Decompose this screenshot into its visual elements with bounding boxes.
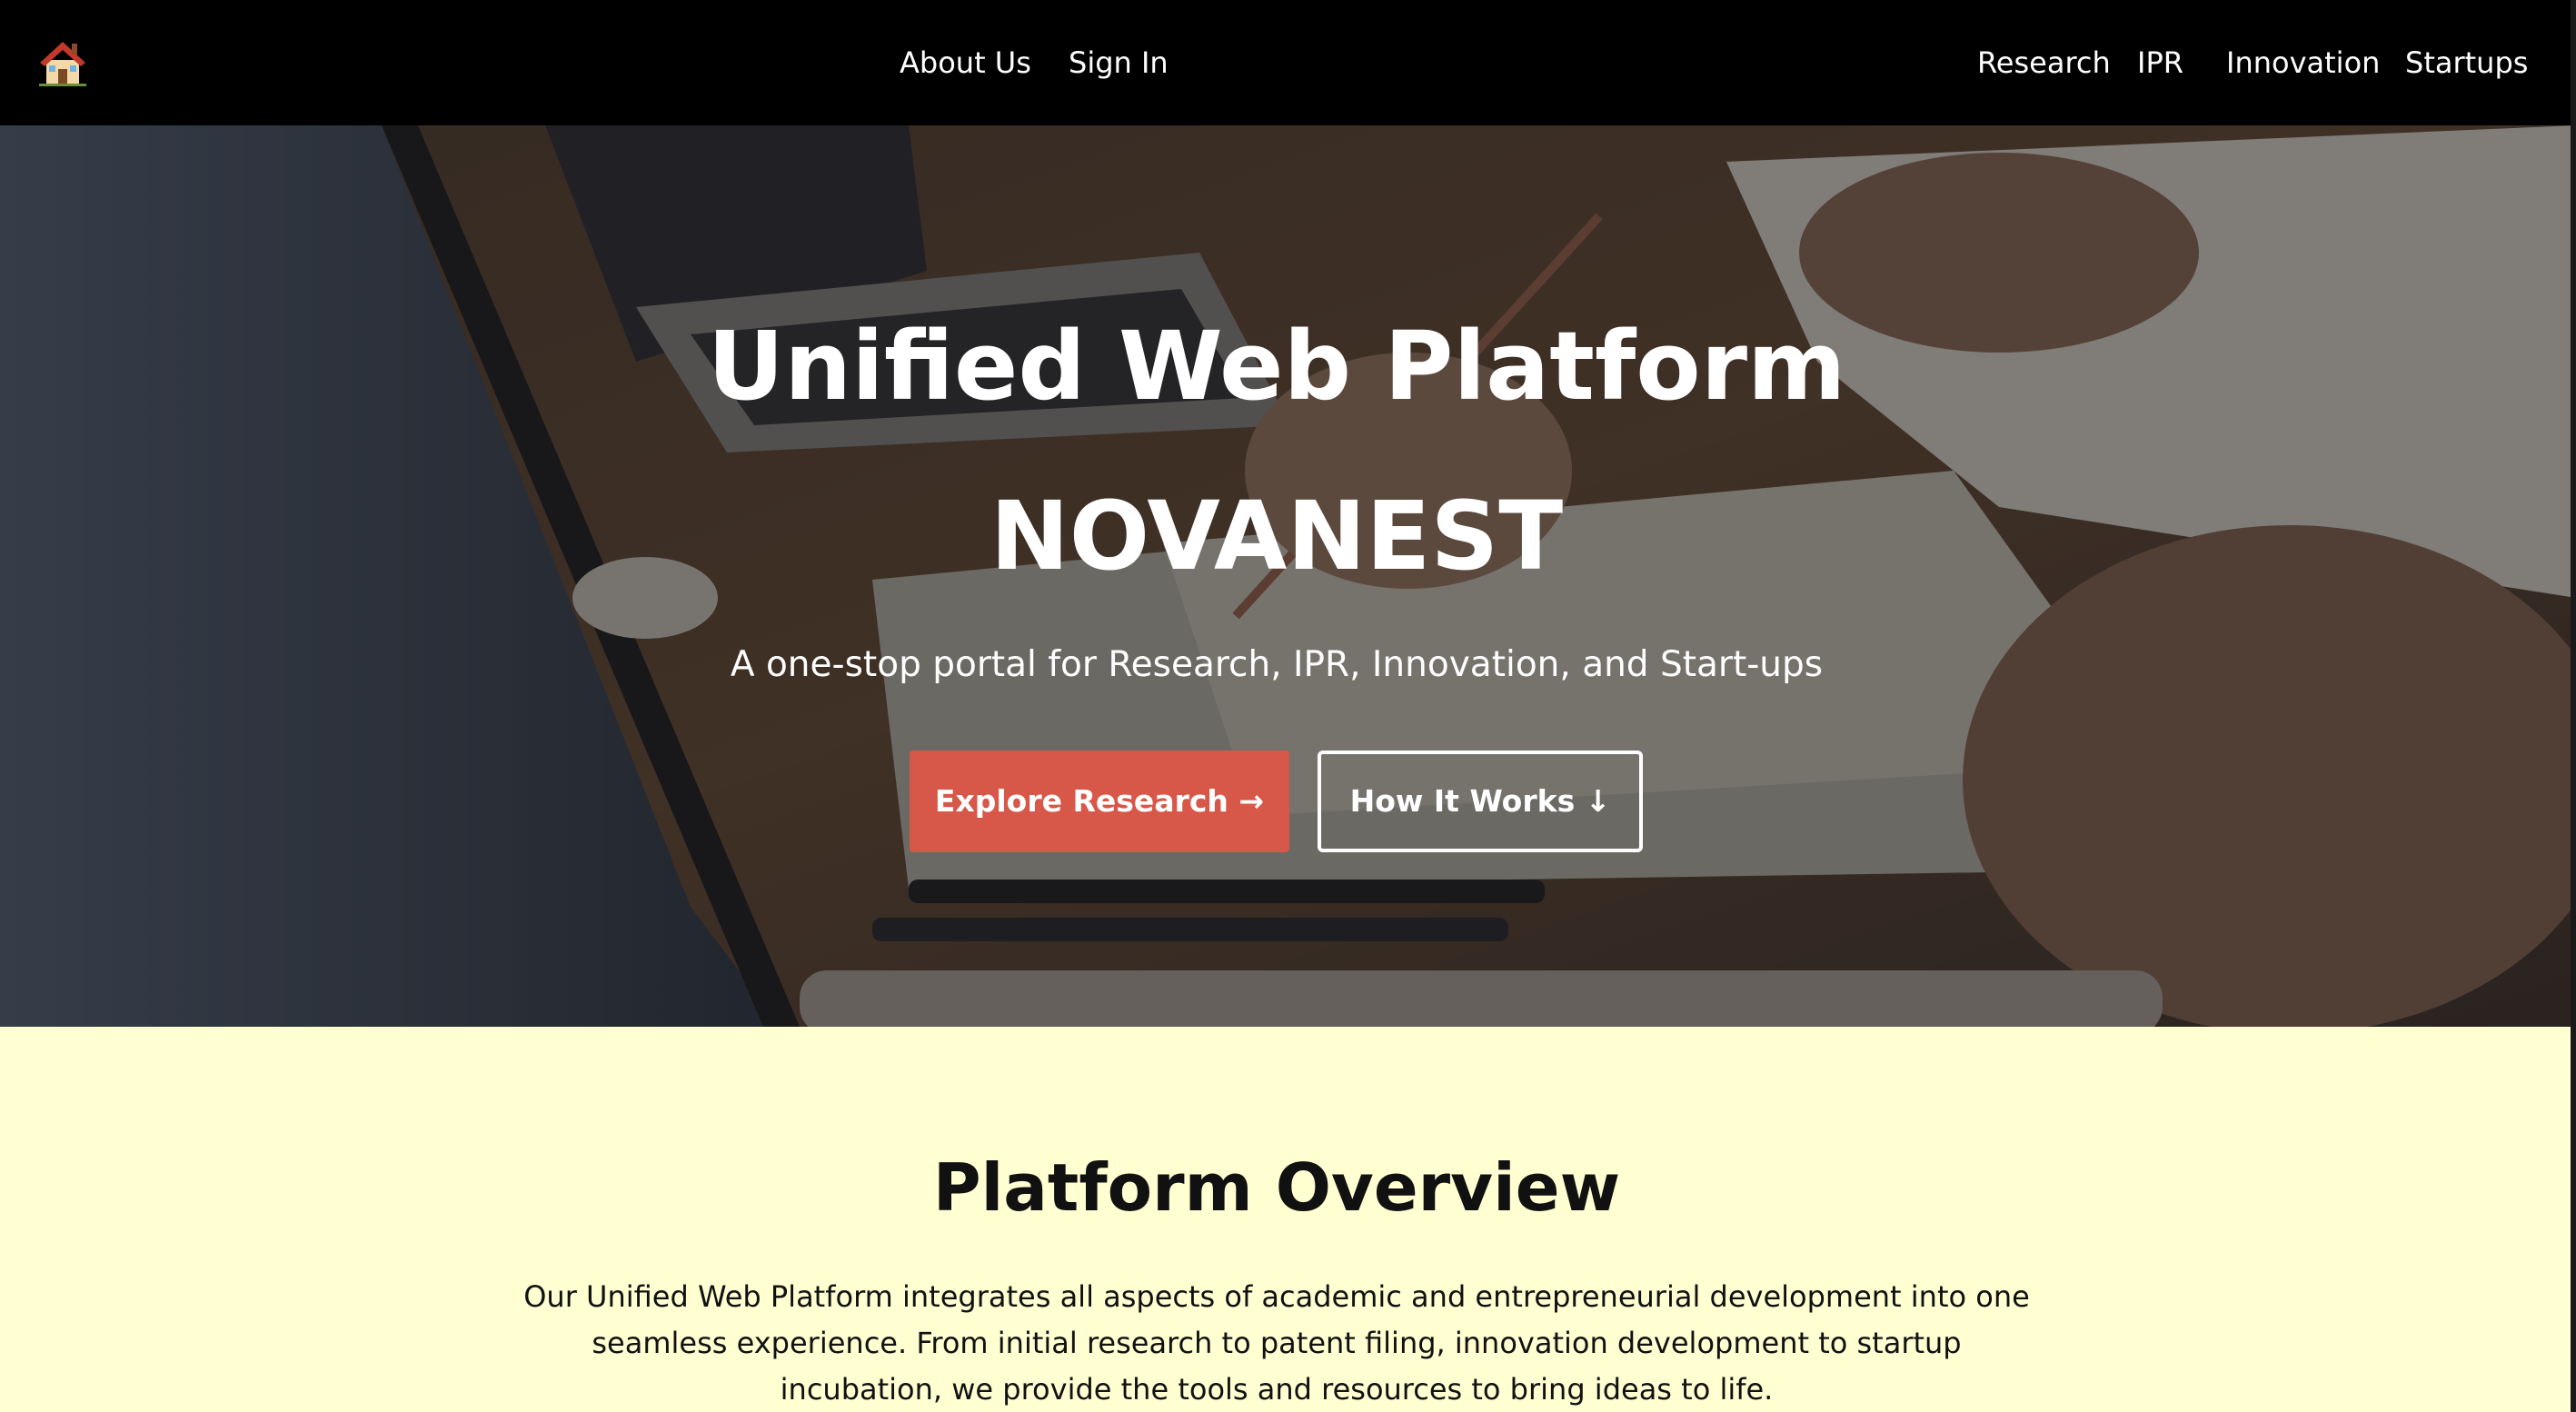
nav-research[interactable]: Research <box>1977 40 2111 85</box>
house-icon <box>39 42 86 86</box>
section-title: Platform Overview <box>932 1149 1621 1226</box>
explore-research-button[interactable]: Explore Research → <box>910 751 1289 852</box>
vertical-scrollbar[interactable] <box>2571 0 2576 1412</box>
hero-section: Unified Web Platform NOVANEST A one-stop… <box>0 125 2576 1027</box>
nav-innovation[interactable]: Innovation <box>2226 40 2380 85</box>
hero-title: Unified Web Platform <box>707 311 1846 422</box>
hero-brand-name: NOVANEST <box>990 481 1564 592</box>
hero-subtitle: A one-stop portal for Research, IPR, Inn… <box>730 644 1824 685</box>
nav-startups[interactable]: Startups <box>2405 40 2528 85</box>
page: About Us Sign In Research IPR Innovation… <box>0 0 2576 1412</box>
platform-overview-section: Platform Overview Our Unified Web Platfo… <box>0 1027 2576 1412</box>
nav-ipr[interactable]: IPR <box>2137 40 2183 85</box>
how-it-works-button[interactable]: How It Works ↓ <box>1318 751 1643 852</box>
home-link[interactable] <box>36 35 89 88</box>
nav-about-us[interactable]: About Us <box>900 40 1031 85</box>
section-description: Our Unified Web Platform integrates all … <box>523 1279 2030 1407</box>
top-navbar: About Us Sign In Research IPR Innovation… <box>0 0 2576 125</box>
nav-sign-in[interactable]: Sign In <box>1069 40 1169 85</box>
